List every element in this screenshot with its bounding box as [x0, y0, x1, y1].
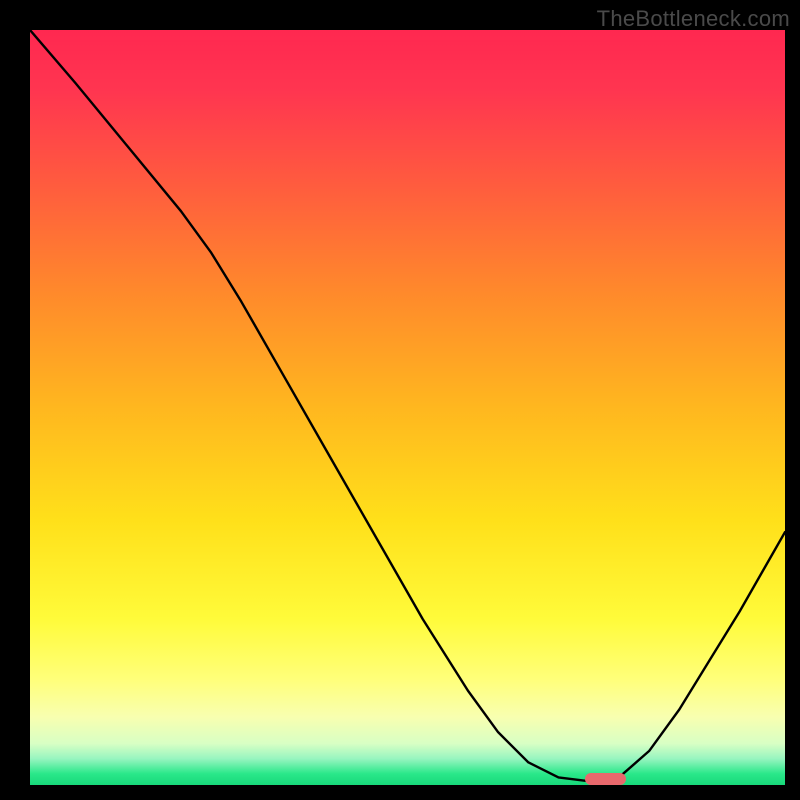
bottleneck-curve	[30, 30, 785, 785]
watermark-text: TheBottleneck.com	[597, 6, 790, 32]
plot-area	[30, 30, 785, 785]
optimal-zone-marker	[585, 773, 627, 785]
chart-frame: TheBottleneck.com	[0, 0, 800, 800]
